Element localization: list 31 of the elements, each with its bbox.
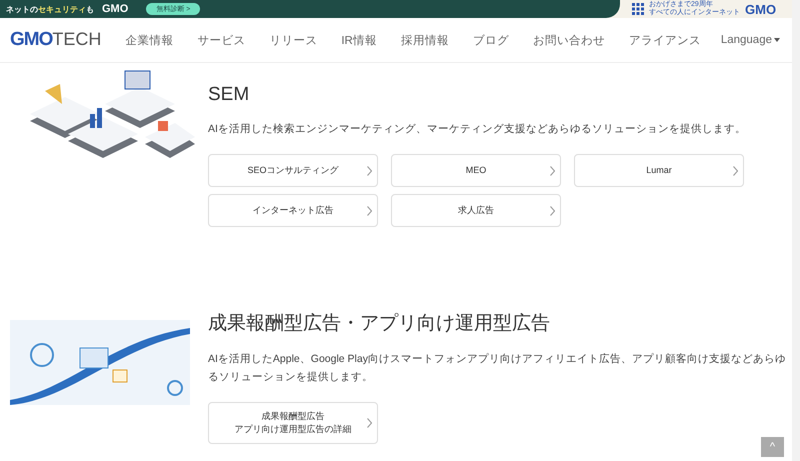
chevron-right-icon bbox=[550, 166, 555, 176]
service-link-button[interactable]: 求人広告 bbox=[391, 194, 561, 227]
language-menu[interactable]: Language bbox=[720, 34, 780, 46]
service-link-button[interactable]: SEOコンサルティング bbox=[208, 154, 378, 187]
chevron-right-icon bbox=[550, 206, 555, 216]
nav-link[interactable]: 企業情報 bbox=[125, 32, 174, 48]
section-title: SEM bbox=[208, 84, 250, 106]
nav-link[interactable]: サービス bbox=[197, 32, 246, 48]
nav-link[interactable]: アライアンス bbox=[628, 32, 701, 48]
grid-icon bbox=[632, 3, 644, 15]
service-link-button[interactable]: インターネット広告 bbox=[208, 194, 378, 227]
section-title: 成果報酬型広告・アプリ向け運用型広告 bbox=[208, 312, 551, 336]
gmotech-logo[interactable]: GMOTECH bbox=[10, 29, 102, 51]
nav-link[interactable]: IR情報 bbox=[341, 32, 377, 48]
section-description: AIを活用した検索エンジンマーケティング、マーケティング支援などあらゆるソリューションを提供します。 bbox=[208, 122, 747, 137]
promo-brand: GMO bbox=[102, 3, 128, 15]
chevron-right-icon bbox=[733, 166, 738, 176]
caret-icon bbox=[774, 38, 780, 42]
service-link-button[interactable]: MEO bbox=[391, 154, 561, 187]
chevron-right-icon bbox=[367, 206, 372, 216]
gmo-logo[interactable]: GMO bbox=[745, 2, 776, 16]
service-link-button[interactable]: Lumar bbox=[574, 154, 744, 187]
nav-link[interactable]: 採用情報 bbox=[400, 32, 449, 48]
chevron-right-icon bbox=[367, 166, 372, 176]
nav-link[interactable]: リリース bbox=[269, 32, 318, 48]
nav-link[interactable]: お問い合わせ bbox=[532, 32, 605, 48]
section-description: AIを活用したApple、Google Play向けスマートフォンアプリ向けアフィリエイト広告、アプリ顧客向け支援などあらゆるソリューションを提供します。 bbox=[208, 352, 787, 385]
chevron-right-icon bbox=[367, 418, 372, 428]
promo-text: ネットのセキュリティ も bbox=[6, 4, 94, 14]
nav-link[interactable]: ブログ bbox=[472, 32, 509, 48]
service-link-button[interactable]: 成果報酬型広告 アプリ向け運用型広告の詳細 bbox=[208, 402, 378, 444]
